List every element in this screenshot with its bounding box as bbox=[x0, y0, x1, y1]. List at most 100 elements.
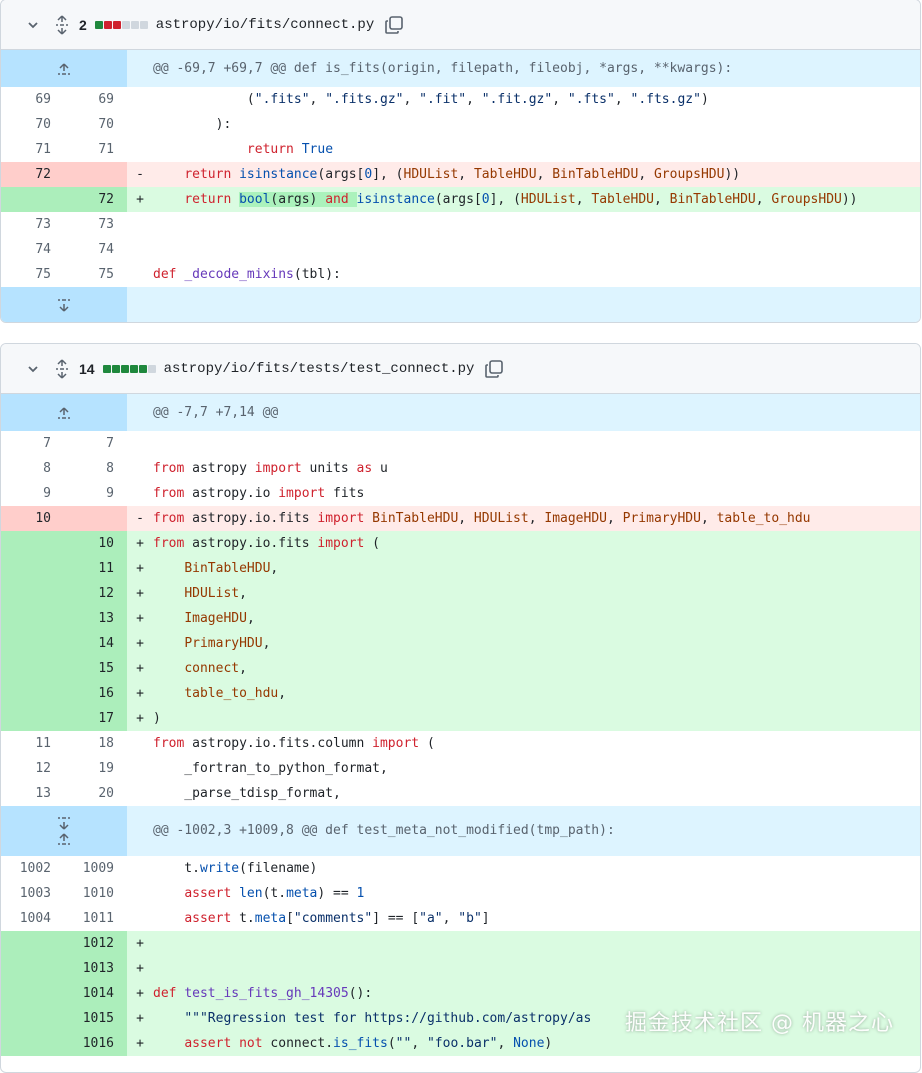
old-line-number[interactable] bbox=[1, 931, 51, 956]
added-line: 1014 + def test_is_fits_gh_14305(): bbox=[1, 981, 920, 1006]
new-line-number[interactable]: 18 bbox=[51, 731, 114, 756]
chevron-down-icon[interactable] bbox=[23, 359, 43, 379]
old-line-number[interactable] bbox=[1, 656, 51, 681]
new-line-number[interactable]: 1010 bbox=[51, 881, 114, 906]
new-line-number[interactable]: 1015 bbox=[51, 1006, 114, 1031]
new-line-number[interactable]: 12 bbox=[51, 581, 114, 606]
hunk-header: @@ -69,7 +69,7 @@ def is_fits(origin, fi… bbox=[1, 50, 920, 87]
old-line-number[interactable] bbox=[1, 981, 51, 1006]
expand-up-icon bbox=[58, 406, 70, 419]
old-line-number[interactable]: 8 bbox=[1, 456, 51, 481]
old-line-number[interactable]: 11 bbox=[1, 731, 51, 756]
code-text: HDUList, bbox=[184, 586, 247, 601]
old-line-number[interactable]: 69 bbox=[1, 87, 51, 112]
diff-marker: + bbox=[136, 986, 144, 1001]
old-line-number[interactable]: 1003 bbox=[1, 881, 51, 906]
expand-up-button[interactable] bbox=[1, 394, 127, 431]
context-line: 1004 1011 assert t.meta["comments"] == ["… bbox=[1, 906, 920, 931]
new-line-number[interactable] bbox=[51, 162, 114, 187]
diff-marker: + bbox=[136, 611, 144, 626]
old-line-number[interactable] bbox=[1, 606, 51, 631]
old-line-number[interactable]: 1004 bbox=[1, 906, 51, 931]
diff-marker: + bbox=[136, 661, 144, 676]
old-line-number[interactable] bbox=[1, 706, 51, 731]
old-line-number[interactable]: 7 bbox=[1, 431, 51, 456]
hunk-text: @@ -69,7 +69,7 @@ def is_fits(origin, fi… bbox=[153, 61, 733, 76]
new-line-number[interactable]: 1012 bbox=[51, 931, 114, 956]
old-line-number[interactable]: 72 bbox=[1, 162, 51, 187]
new-line-number[interactable]: 1013 bbox=[51, 956, 114, 981]
new-line-number[interactable]: 7 bbox=[51, 431, 114, 456]
old-line-number[interactable]: 70 bbox=[1, 112, 51, 137]
old-line-number[interactable] bbox=[1, 956, 51, 981]
new-line-number[interactable] bbox=[51, 506, 114, 531]
old-line-number[interactable]: 75 bbox=[1, 262, 51, 287]
old-line-number[interactable]: 12 bbox=[1, 756, 51, 781]
new-line-number[interactable]: 9 bbox=[51, 481, 114, 506]
diff-marker: + bbox=[136, 1011, 144, 1026]
file-path[interactable]: astropy/io/fits/tests/test_connect.py bbox=[164, 361, 475, 377]
old-line-number[interactable]: 9 bbox=[1, 481, 51, 506]
added-line: 10 + from astropy.io.fits import ( bbox=[1, 531, 920, 556]
diff-marker: + bbox=[136, 961, 144, 976]
new-line-number[interactable]: 17 bbox=[51, 706, 114, 731]
new-line-number[interactable]: 20 bbox=[51, 781, 114, 806]
new-line-number[interactable]: 69 bbox=[51, 87, 114, 112]
old-line-number[interactable]: 10 bbox=[1, 506, 51, 531]
new-line-number[interactable]: 15 bbox=[51, 656, 114, 681]
context-line: 77 bbox=[1, 431, 920, 456]
new-line-number[interactable]: 72 bbox=[51, 187, 114, 212]
diff-marker bbox=[127, 431, 153, 456]
old-line-number[interactable]: 71 bbox=[1, 137, 51, 162]
expand-up-button[interactable] bbox=[1, 50, 127, 87]
new-line-number[interactable]: 70 bbox=[51, 112, 114, 137]
new-line-number[interactable]: 10 bbox=[51, 531, 114, 556]
old-line-number[interactable] bbox=[1, 1031, 51, 1056]
old-line-number[interactable] bbox=[1, 1006, 51, 1031]
copy-icon[interactable] bbox=[384, 15, 404, 35]
old-line-number[interactable] bbox=[1, 631, 51, 656]
deleted-line: 72 - return isinstance(args[0], (HDUList,… bbox=[1, 162, 920, 187]
new-line-number[interactable]: 19 bbox=[51, 756, 114, 781]
code-text: from astropy.io.fits.column import ( bbox=[153, 736, 435, 751]
context-line: 11 18 from astropy.io.fits.column import ( bbox=[1, 731, 920, 756]
new-line-number[interactable]: 1009 bbox=[51, 856, 114, 881]
hunk-header: @@ -7,7 +7,14 @@ bbox=[1, 394, 920, 431]
new-line-number[interactable]: 74 bbox=[51, 237, 114, 262]
old-line-number[interactable]: 74 bbox=[1, 237, 51, 262]
old-line-number[interactable] bbox=[1, 581, 51, 606]
new-line-number[interactable]: 8 bbox=[51, 456, 114, 481]
diffstat bbox=[94, 20, 148, 29]
new-line-number[interactable]: 73 bbox=[51, 212, 114, 237]
new-line-number[interactable]: 75 bbox=[51, 262, 114, 287]
expand-all-icon[interactable] bbox=[53, 14, 71, 35]
old-line-number[interactable] bbox=[1, 531, 51, 556]
old-line-number[interactable] bbox=[1, 187, 51, 212]
chevron-down-icon[interactable] bbox=[23, 15, 43, 35]
diff-marker bbox=[127, 856, 153, 881]
file-path[interactable]: astropy/io/fits/connect.py bbox=[156, 17, 374, 33]
new-line-number[interactable]: 11 bbox=[51, 556, 114, 581]
deleted-line: 10 - from astropy.io.fits import BinTableH… bbox=[1, 506, 920, 531]
diff-marker bbox=[127, 781, 153, 806]
old-line-number[interactable]: 73 bbox=[1, 212, 51, 237]
old-line-number[interactable] bbox=[1, 556, 51, 581]
new-line-number[interactable]: 14 bbox=[51, 631, 114, 656]
old-line-number[interactable] bbox=[1, 681, 51, 706]
old-line-number[interactable]: 13 bbox=[1, 781, 51, 806]
diff-marker bbox=[127, 112, 153, 137]
new-line-number[interactable]: 1011 bbox=[51, 906, 114, 931]
new-line-number[interactable]: 1014 bbox=[51, 981, 114, 1006]
expand-both-button[interactable] bbox=[1, 806, 127, 856]
expand-down-button[interactable] bbox=[1, 287, 127, 322]
new-line-number[interactable]: 1016 bbox=[51, 1031, 114, 1056]
expand-all-icon[interactable] bbox=[53, 358, 71, 379]
new-line-number[interactable]: 71 bbox=[51, 137, 114, 162]
code-text: (".fits", ".fits.gz", ".fit", ".fit.gz",… bbox=[153, 92, 709, 107]
copy-icon[interactable] bbox=[484, 359, 504, 379]
new-line-number[interactable]: 16 bbox=[51, 681, 114, 706]
new-line-number[interactable]: 13 bbox=[51, 606, 114, 631]
old-line-number[interactable]: 1002 bbox=[1, 856, 51, 881]
